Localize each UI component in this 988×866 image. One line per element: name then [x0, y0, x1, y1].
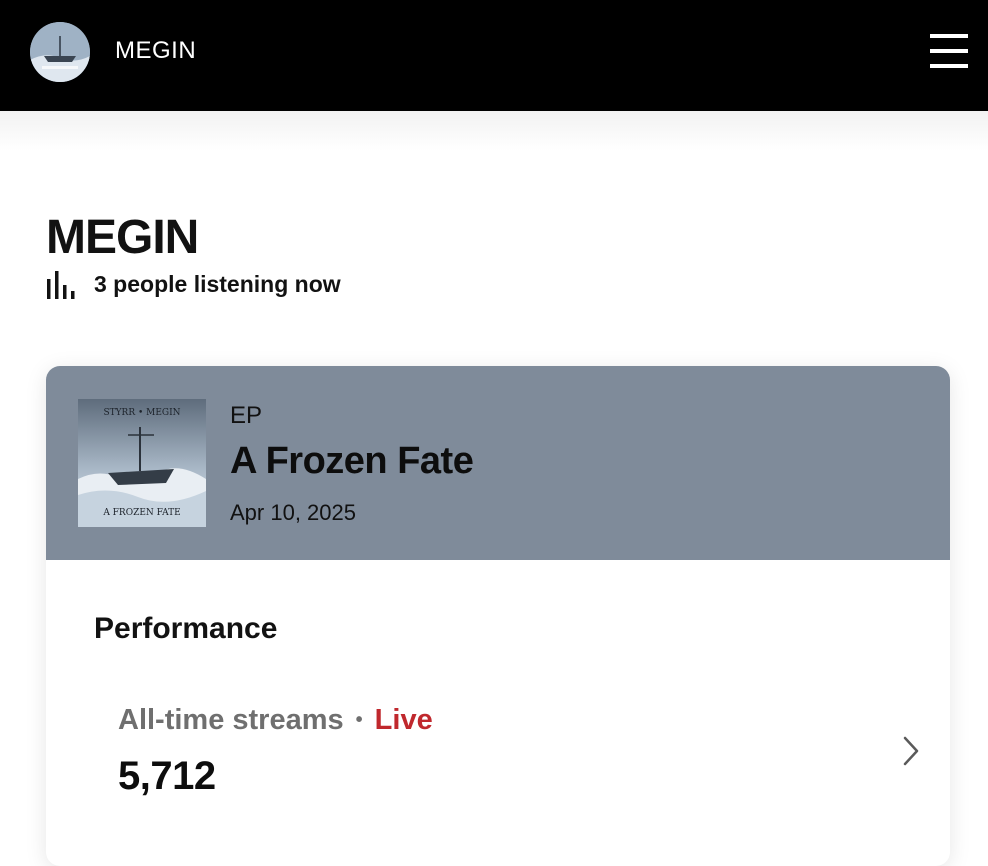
release-title[interactable]: A Frozen Fate — [230, 440, 474, 483]
release-type: EP — [230, 402, 263, 429]
release-header[interactable]: STYRR • MEGIN A FROZEN FATE EP A Frozen … — [46, 366, 950, 560]
release-card[interactable]: STYRR • MEGIN A FROZEN FATE EP A Frozen … — [46, 366, 950, 866]
live-badge: Live — [374, 704, 433, 736]
avatar-image — [30, 22, 90, 82]
artist-avatar[interactable] — [30, 22, 90, 82]
stat-value: 5,712 — [118, 754, 216, 798]
album-cover[interactable]: STYRR • MEGIN A FROZEN FATE — [78, 399, 206, 527]
chevron-right-icon[interactable] — [900, 734, 924, 768]
menu-bar — [930, 49, 968, 53]
hamburger-menu-icon[interactable] — [930, 34, 968, 68]
cover-text-bottom: A FROZEN FATE — [102, 508, 180, 518]
stat-label-line: All-time streams • Live — [118, 704, 433, 737]
top-navbar: MEGIN — [0, 0, 988, 111]
performance-heading: Performance — [94, 612, 278, 645]
listeners-now: 3 people listening now — [46, 268, 341, 300]
header-shadow — [0, 111, 988, 151]
artist-title: MEGIN — [46, 211, 199, 264]
menu-bar — [930, 64, 968, 68]
bar-chart-icon — [47, 271, 75, 299]
all-time-streams-row[interactable]: All-time streams • Live 5,712 — [94, 686, 919, 806]
listening-text: 3 people listening now — [94, 270, 341, 297]
separator-dot: • — [355, 709, 363, 731]
stat-label: All-time streams — [118, 704, 344, 736]
menu-bar — [930, 34, 968, 38]
cover-text-top: STYRR • MEGIN — [103, 408, 180, 418]
brand-name[interactable]: MEGIN — [115, 37, 196, 65]
release-date: Apr 10, 2025 — [230, 500, 356, 525]
album-cover-image: STYRR • MEGIN A FROZEN FATE — [78, 399, 206, 527]
